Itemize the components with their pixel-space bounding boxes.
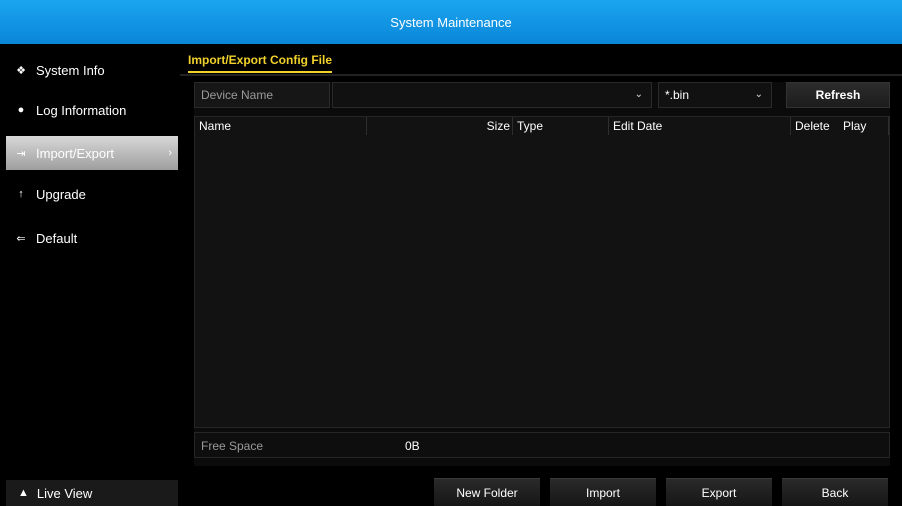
sidebar-item-label: System Info <box>36 62 105 78</box>
sidebar-item-label: Upgrade <box>36 186 86 202</box>
window-title: System Maintenance <box>390 14 512 30</box>
column-header-size[interactable]: Size <box>367 117 513 135</box>
sidebar-item-system-info[interactable]: ❖ System Info <box>6 54 178 86</box>
file-extension-select[interactable]: *.bin ⌄ <box>658 82 772 108</box>
sidebar-item-label: Log Information <box>36 102 127 118</box>
upgrade-arrow-icon: ↑ <box>18 188 24 200</box>
sidebar: ❖ System Info ● Log Information ⇥ Import… <box>0 44 180 506</box>
sidebar-item-label: Import/Export <box>36 145 115 161</box>
home-icon: ▲ <box>18 487 29 499</box>
sidebar-item-import-export[interactable]: ⇥ Import/Export › <box>6 136 178 170</box>
table-header: Name Size Type Edit Date Delete Play <box>195 117 889 135</box>
refresh-button[interactable]: Refresh <box>786 82 890 108</box>
column-header-type[interactable]: Type <box>513 117 609 135</box>
sidebar-item-log-information[interactable]: ● Log Information <box>6 94 178 126</box>
main-panel: Import/Export Config File Device Name ⌄ … <box>180 44 902 506</box>
device-name-label: Device Name <box>194 82 330 108</box>
free-space-row: Free Space 0B <box>194 432 890 458</box>
sidebar-item-default[interactable]: ⇐ Default <box>6 222 178 254</box>
sidebar-item-upgrade[interactable]: ↑ Upgrade <box>6 178 178 210</box>
content-area: Device Name ⌄ *.bin ⌄ Refresh Name Size … <box>194 82 890 466</box>
chevron-down-icon: ⌄ <box>754 89 763 100</box>
live-view-button[interactable]: ▲ Live View <box>6 480 178 506</box>
default-icon: ⇐ <box>16 232 26 245</box>
back-button[interactable]: Back <box>782 478 888 506</box>
import-button[interactable]: Import <box>550 478 656 506</box>
new-folder-button[interactable]: New Folder <box>434 478 540 506</box>
chevron-down-icon: ⌄ <box>634 89 643 100</box>
info-icon: ❖ <box>16 64 26 77</box>
column-header-edit-date[interactable]: Edit Date <box>609 117 791 135</box>
device-row: Device Name ⌄ *.bin ⌄ Refresh <box>194 82 890 108</box>
free-space-label: Free Space <box>201 439 264 453</box>
live-view-label: Live View <box>36 485 93 501</box>
free-space-value: 0B <box>405 439 420 453</box>
column-header-name[interactable]: Name <box>195 117 367 135</box>
column-header-play[interactable]: Play <box>839 117 889 135</box>
export-button[interactable]: Export <box>666 478 772 506</box>
tab-import-export-config[interactable]: Import/Export Config File <box>188 53 332 73</box>
button-bar: New Folder Import Export Back <box>180 478 902 506</box>
column-header-delete[interactable]: Delete <box>791 117 837 135</box>
tab-bar: Import/Export Config File <box>180 44 902 76</box>
title-bar: System Maintenance <box>0 0 902 44</box>
sidebar-item-label: Default <box>36 230 78 246</box>
device-name-select[interactable]: ⌄ <box>332 82 652 108</box>
chevron-right-icon: › <box>168 147 172 159</box>
file-table: Name Size Type Edit Date Delete Play <box>194 116 890 428</box>
log-icon: ● <box>17 104 25 116</box>
import-export-icon: ⇥ <box>16 147 26 160</box>
file-extension-value: *.bin <box>665 88 690 102</box>
